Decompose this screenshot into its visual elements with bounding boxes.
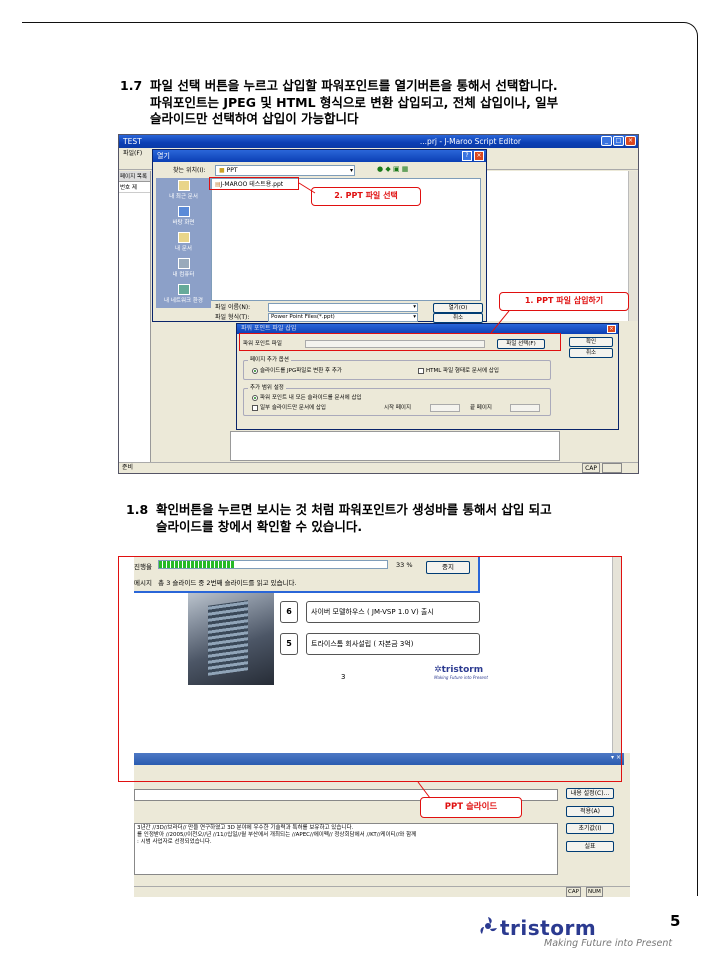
- step-line: 슬라이드만 선택하여 삽입이 가능합니다: [150, 111, 359, 126]
- num-indicator: NUM: [586, 887, 603, 897]
- content-settings-button[interactable]: 내용 설정(C)...: [566, 788, 614, 799]
- page-number: 5: [670, 912, 681, 930]
- script-text-area[interactable]: 3년간 //3D//브라더// 만을 연구하였고 3D 분야에 우수한 기술력과…: [134, 823, 558, 875]
- text-line: 3년간 //3D//브라더// 만을 연구하였고 3D 분야에 우수한 기술력과…: [137, 825, 354, 831]
- tristorm-logo-icon: [480, 917, 497, 934]
- logo-tagline: Making Future into Present: [544, 938, 673, 949]
- step-line: 파워포인트는 JPEG 및 HTML 형식으로 변환 삽입되고, 전체 삽입이나…: [150, 94, 559, 110]
- callout-leader-lines: [298, 182, 510, 334]
- step-line: 확인버튼을 누르면 보시는 것 처럼 파워포인트가 생성바를 통해서 삽입 되고: [156, 502, 552, 517]
- highlight-ppt-slide: [118, 556, 622, 782]
- step-number: 1.7: [120, 78, 143, 93]
- step-1-7-text: 1.7 파일 선택 버튼을 누르고 삽입할 파워포인트를 열기버튼을 통해서 선택…: [120, 78, 558, 128]
- callout-leader-line: [417, 781, 431, 799]
- editor-screenshot-insert: TEST ...prj - J-Maroo Script Editor _ □ × …: [118, 134, 639, 474]
- text-line: : 시범 사업자로 선정되었습니다.: [137, 839, 212, 845]
- text-line: 를 인정받아 //2005//이천오//년 //11//십일//월 부산에서 개…: [137, 832, 417, 838]
- status-bar: CAP NUM: [134, 886, 630, 897]
- step-line: 슬라이드를 창에서 확인할 수 있습니다.: [156, 518, 363, 534]
- step-line: 파일 선택 버튼을 누르고 삽입할 파워포인트를 열기버튼을 통해서 선택합니다…: [150, 78, 558, 93]
- apply-button[interactable]: 적용(A): [566, 806, 614, 817]
- callout-ppt-slide: PPT 슬라이드: [420, 797, 522, 818]
- caps-indicator: CAP: [566, 887, 581, 897]
- reset-button[interactable]: 초기값(I): [566, 823, 614, 834]
- logo-text: tristorm: [500, 916, 597, 940]
- preview-button[interactable]: 실표: [566, 841, 614, 852]
- step-number: 1.8: [126, 502, 149, 517]
- step-1-8-text: 1.8 확인버튼을 누르면 보시는 것 처럼 파워포인트가 생성바를 통해서 삽입…: [126, 502, 552, 535]
